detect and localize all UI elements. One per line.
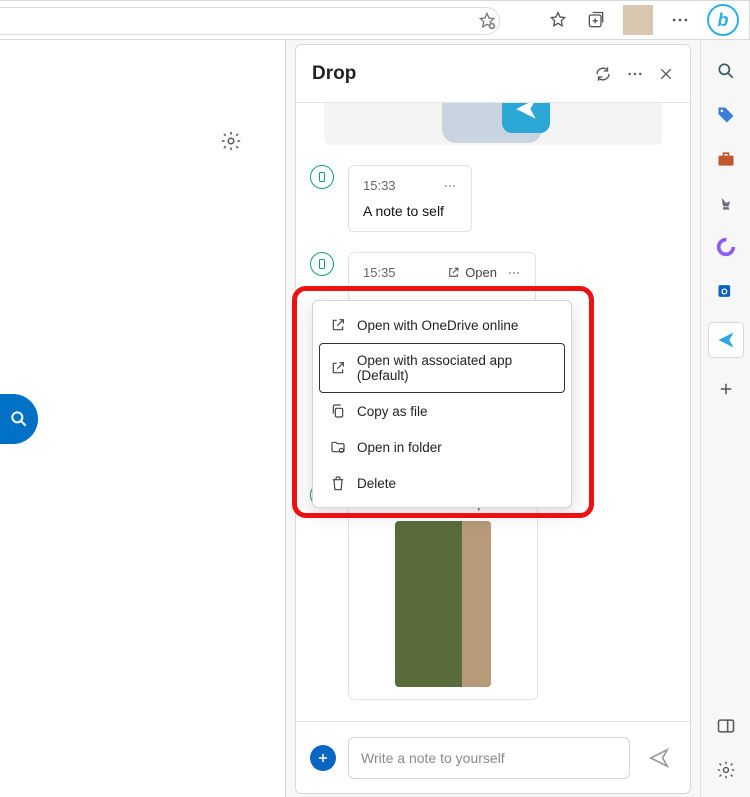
ctx-open-default-app[interactable]: Open with associated app (Default) <box>319 343 565 393</box>
open-button[interactable]: Open <box>447 265 497 280</box>
send-button[interactable] <box>642 747 676 769</box>
right-rail: O <box>700 40 750 797</box>
close-icon[interactable] <box>658 65 674 83</box>
external-icon <box>329 316 347 334</box>
address-bar[interactable] <box>0 7 500 35</box>
browser-toolbar: b <box>0 0 750 40</box>
folder-icon <box>329 438 347 456</box>
rail-search-icon[interactable] <box>713 58 739 84</box>
device-mobile-icon <box>310 252 334 276</box>
refresh-icon[interactable] <box>594 65 612 83</box>
image-bubble[interactable]: 15:36 Open <box>348 483 538 700</box>
more-icon[interactable] <box>669 9 691 31</box>
message-more-icon[interactable] <box>443 179 457 193</box>
ctx-label: Open with associated app (Default) <box>357 353 554 383</box>
ctx-label: Copy as file <box>357 404 428 419</box>
ctx-label: Delete <box>357 476 396 491</box>
page-content <box>0 40 286 797</box>
drop-title: Drop <box>312 63 356 85</box>
rail-briefcase-icon[interactable] <box>713 146 739 172</box>
image-thumbnail[interactable] <box>395 521 491 687</box>
ctx-label: Open in folder <box>357 440 442 455</box>
external-icon <box>330 359 347 377</box>
note-text: A note to self <box>363 203 457 219</box>
search-button[interactable] <box>0 394 38 444</box>
rail-tag-icon[interactable] <box>713 102 739 128</box>
ctx-label: Open with OneDrive online <box>357 318 518 333</box>
drop-header: Drop <box>296 45 690 103</box>
add-button[interactable] <box>310 745 336 771</box>
ctx-delete[interactable]: Delete <box>319 465 565 501</box>
timestamp: 15:33 <box>363 178 396 193</box>
rail-outlook-icon[interactable]: O <box>713 278 739 304</box>
bing-letter: b <box>718 10 729 31</box>
add-favorite-icon[interactable] <box>477 11 497 31</box>
rail-split-icon[interactable] <box>713 713 739 739</box>
trash-icon <box>329 474 347 492</box>
ctx-open-in-folder[interactable]: Open in folder <box>319 429 565 465</box>
compose-bar <box>296 721 690 793</box>
rail-settings-icon[interactable] <box>713 757 739 783</box>
compose-input[interactable] <box>348 737 630 779</box>
message-row: 15:36 Open <box>310 483 676 700</box>
open-label: Open <box>465 265 497 280</box>
message-row: 15:33 A note to self <box>310 165 676 232</box>
ctx-copy-as-file[interactable]: Copy as file <box>319 393 565 429</box>
ctx-open-onedrive[interactable]: Open with OneDrive online <box>319 307 565 343</box>
rail-add-icon[interactable] <box>713 376 739 402</box>
timestamp: 15:35 <box>363 265 396 280</box>
promo-card <box>324 103 662 145</box>
copy-icon <box>329 402 347 420</box>
panel-more-icon[interactable] <box>626 65 644 83</box>
rail-drop-icon[interactable] <box>708 322 744 358</box>
promo-send-icon <box>502 103 550 133</box>
context-menu: Open with OneDrive online Open with asso… <box>312 300 572 508</box>
svg-text:O: O <box>721 286 728 296</box>
gear-icon[interactable] <box>220 130 242 152</box>
favorites-icon[interactable] <box>547 9 569 31</box>
profile-avatar[interactable] <box>623 5 653 35</box>
message-more-icon[interactable] <box>507 266 521 280</box>
rail-chess-icon[interactable] <box>713 190 739 216</box>
collections-icon[interactable] <box>585 9 607 31</box>
rail-loop-icon[interactable] <box>713 234 739 260</box>
device-mobile-icon <box>310 165 334 189</box>
note-bubble[interactable]: 15:33 A note to self <box>348 165 472 232</box>
bing-chat-icon[interactable]: b <box>707 4 739 36</box>
